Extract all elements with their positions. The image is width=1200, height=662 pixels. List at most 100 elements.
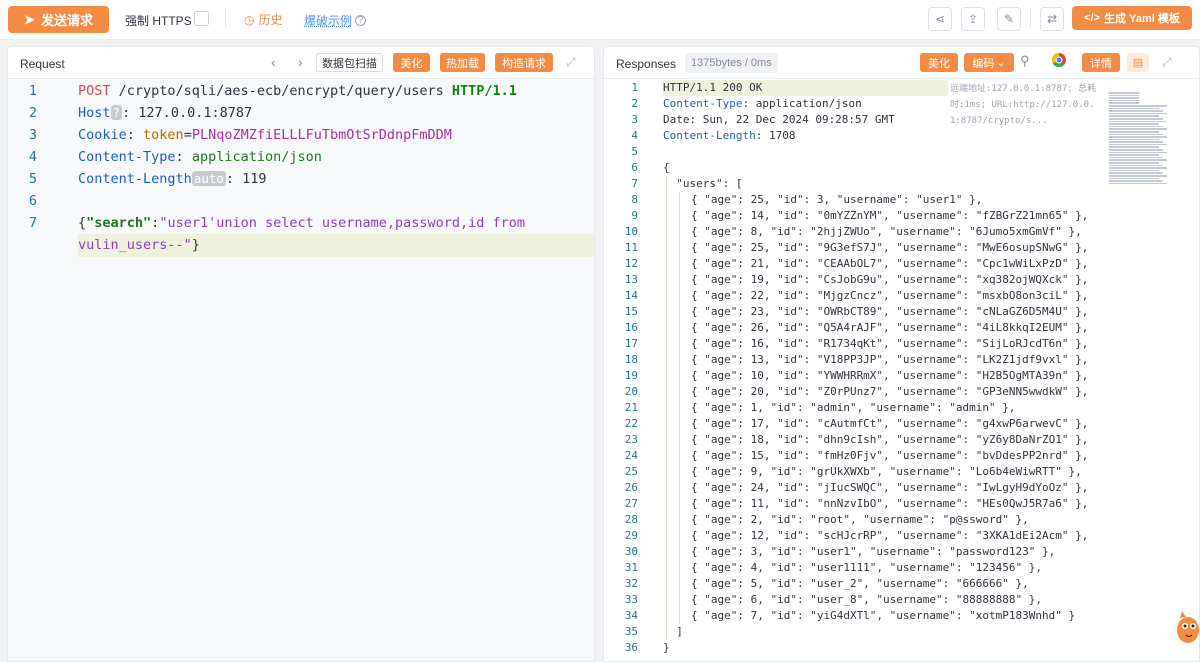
edit-icon[interactable]: ✎ xyxy=(997,7,1021,31)
expand-icon[interactable]: ⤢ xyxy=(1162,55,1172,70)
auto-length-tag[interactable]: auto xyxy=(191,171,226,186)
json-token: "users": [ xyxy=(663,177,743,190)
json-user-object: { "age": 19, "id": "CsJobG9u", "username… xyxy=(691,273,1089,286)
request-line: 4 Content-Type: application/json xyxy=(28,149,322,165)
minimap-line xyxy=(1109,162,1159,164)
response-beautify-button[interactable]: 美化 xyxy=(920,53,958,72)
json-user-object: { "age": 17, "id": "cAutmfCt", "username… xyxy=(691,417,1089,430)
code-minimap[interactable] xyxy=(1109,92,1173,185)
send-icon: ➤ xyxy=(24,11,35,27)
line-number: 27 xyxy=(624,497,638,510)
line-number: 18 xyxy=(624,353,638,366)
minimap-line xyxy=(1109,138,1159,141)
share-icon[interactable]: ⋖ xyxy=(928,7,952,31)
host-hint-tag[interactable]: ? xyxy=(110,105,123,120)
minimap-line xyxy=(1109,149,1163,151)
minimap-line xyxy=(1109,94,1139,97)
send-request-button[interactable]: ➤ 发送请求 xyxy=(8,6,109,33)
chevron-left-icon[interactable]: ‹ xyxy=(271,54,276,70)
minimap-line xyxy=(1109,107,1159,110)
request-header: Request ‹ › 数据包扫描 美化 热加载 构造请求 ⤢ xyxy=(8,47,594,79)
line-number: 9 xyxy=(631,209,638,222)
divider xyxy=(1030,10,1031,28)
minimap-line xyxy=(1109,97,1139,99)
indent-guide xyxy=(679,192,680,624)
detail-button[interactable]: 详情 xyxy=(1082,53,1120,72)
line-number: 24 xyxy=(624,449,638,462)
response-line: 5 xyxy=(604,144,1104,160)
minimap-line xyxy=(1109,133,1163,136)
search-icon[interactable]: ⚲ xyxy=(1020,53,1030,69)
json-token: { xyxy=(663,161,670,174)
json-user-object: { "age": 6, "id": "user_8", "username": … xyxy=(691,593,1042,606)
minimap-line xyxy=(1109,156,1163,159)
line-number: 10 xyxy=(624,225,638,238)
history-button[interactable]: ◷ 历史 xyxy=(244,11,283,28)
json-user-object: { "age": 24, "id": "jIucSWQC", "username… xyxy=(691,481,1089,494)
minimap-line xyxy=(1109,117,1163,120)
json-user-object: { "age": 18, "id": "dhn9cIsh", "username… xyxy=(691,433,1089,446)
request-line: 6 xyxy=(28,193,38,209)
encoding-dropdown[interactable]: 编码 ⌄ xyxy=(964,53,1014,72)
response-title: Responses xyxy=(616,57,677,71)
minimap-line xyxy=(1109,167,1167,169)
export-icon[interactable]: ⇪ xyxy=(961,7,985,31)
indent-guide xyxy=(666,176,667,640)
response-header: Responses 1375bytes / 0ms 美化 编码 ⌄ ⚲ 详情 ▤… xyxy=(604,47,1199,79)
json-user-object: { "age": 10, "id": "YWWHRRmX", "username… xyxy=(691,369,1089,382)
line-number: 25 xyxy=(624,465,638,478)
minimap-line xyxy=(1109,154,1159,156)
line-number: 26 xyxy=(624,481,638,494)
json-user-object: { "age": 13, "id": "V18PP3JP", "username… xyxy=(691,353,1089,366)
minimap-line xyxy=(1109,110,1163,112)
generate-yaml-button[interactable]: </> 生成 Yaml 模板 xyxy=(1072,6,1192,30)
response-editor[interactable]: 远端地址:127.0.0.1:8787; 总耗时:1ms; URL:http:/… xyxy=(604,80,1199,661)
line-number: 21 xyxy=(624,401,638,414)
json-user-object: { "age": 12, "id": "scHJcrRP", "username… xyxy=(691,529,1089,542)
build-request-button[interactable]: 构造请求 xyxy=(495,53,553,72)
code-icon: </> xyxy=(1084,12,1101,24)
json-user-object: { "age": 16, "id": "R1734qKt", "username… xyxy=(691,337,1089,350)
swap-icon[interactable]: ⇄ xyxy=(1040,7,1064,31)
chevron-down-icon: ⌄ xyxy=(996,57,1006,69)
response-line: 3 Date: Sun, 22 Dec 2024 09:28:57 GMT xyxy=(631,113,895,126)
minimap-line xyxy=(1109,164,1163,167)
line-number: 29 xyxy=(624,529,638,542)
json-user-object: { "age": 8, "id": "2hjjZWUo", "username"… xyxy=(691,225,1082,238)
line-number: 15 xyxy=(624,305,638,318)
force-https-toggle[interactable] xyxy=(194,11,209,26)
line-number: 20 xyxy=(624,385,638,398)
line-number: 19 xyxy=(624,369,638,382)
json-user-object: { "age": 26, "id": "Q5A4rAJF", "username… xyxy=(691,321,1089,334)
minimap-line xyxy=(1109,136,1167,138)
beautify-button[interactable]: 美化 xyxy=(393,53,430,72)
brute-examples-link[interactable]: 爆破示例 ? xyxy=(304,12,367,29)
chrome-icon[interactable] xyxy=(1051,52,1067,71)
line-number: 14 xyxy=(624,289,638,302)
line-number: 35 xyxy=(624,625,638,638)
minimap-line xyxy=(1109,120,1167,123)
response-pane: Responses 1375bytes / 0ms 美化 编码 ⌄ ⚲ 详情 ▤… xyxy=(603,46,1200,662)
request-editor[interactable]: 1 POST /crypto/sqli/aes-ecb/encrypt/quer… xyxy=(8,80,594,661)
minimap-line xyxy=(1109,123,1159,125)
request-line: 7 {"search":"user1'union select username… xyxy=(28,215,526,231)
chevron-right-icon[interactable]: › xyxy=(298,54,303,70)
comment-icon[interactable]: ▤ xyxy=(1127,53,1149,72)
line-number: 23 xyxy=(624,433,638,446)
minimap-line xyxy=(1109,112,1167,115)
json-user-object: { "age": 5, "id": "user_2", "username": … xyxy=(691,577,1029,590)
expand-icon[interactable]: ⤢ xyxy=(566,55,576,70)
hotload-button[interactable]: 热加载 xyxy=(440,53,485,72)
divider xyxy=(225,10,226,28)
minimap-line xyxy=(1109,102,1139,104)
minimap-line xyxy=(1109,143,1167,146)
json-token: } xyxy=(663,641,670,654)
line-number: 16 xyxy=(624,321,638,334)
mascot-icon[interactable] xyxy=(1172,608,1200,648)
line-number: 11 xyxy=(624,241,638,254)
packet-scan-button[interactable]: 数据包扫描 xyxy=(316,53,383,72)
clock-icon: ◷ xyxy=(244,12,255,27)
request-line-wrap: vulin_users--"} xyxy=(78,237,200,253)
line-number: 22 xyxy=(624,417,638,430)
minimap-line xyxy=(1109,92,1139,94)
